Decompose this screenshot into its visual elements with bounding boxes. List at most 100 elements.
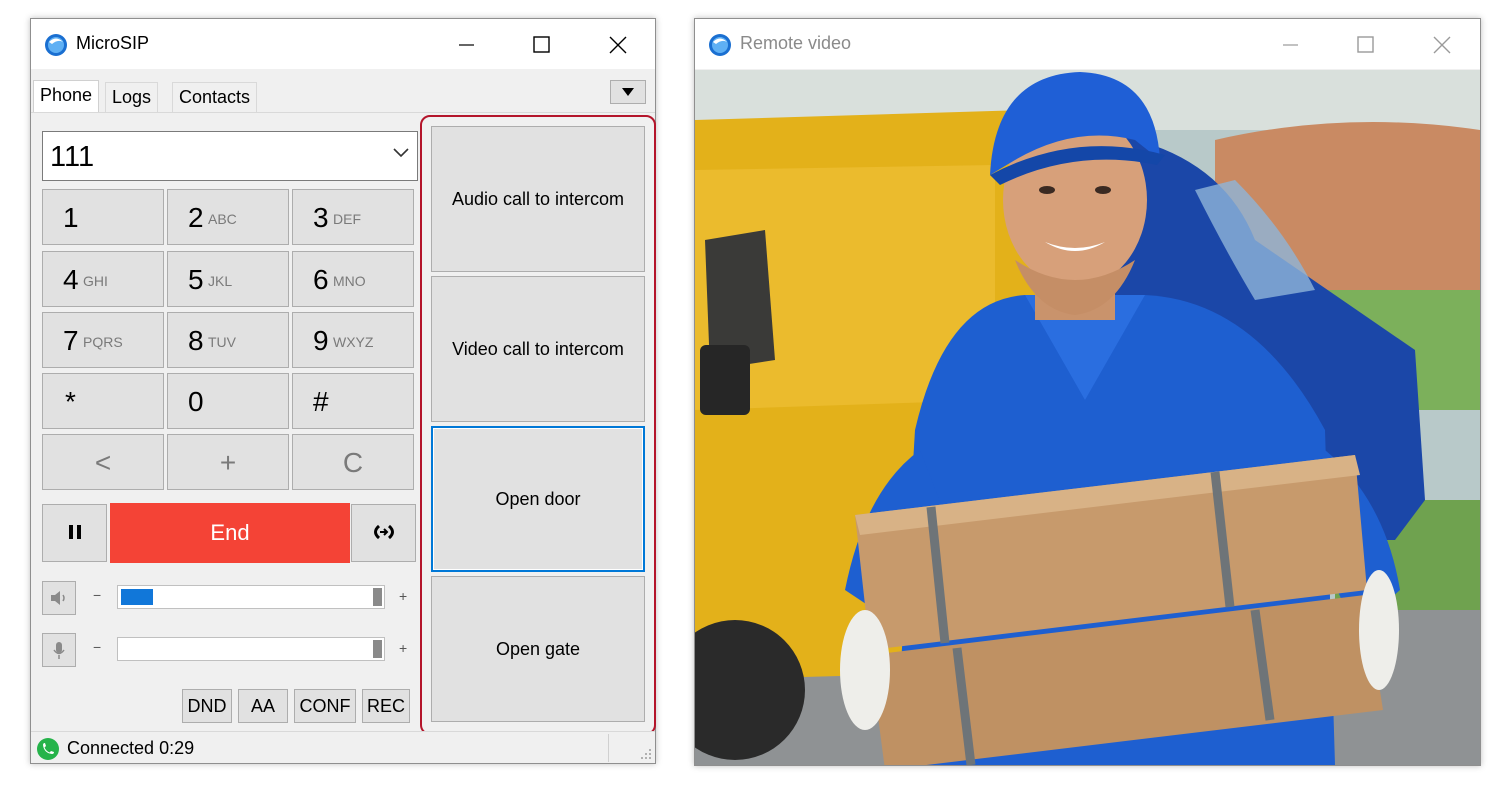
pause-icon (68, 525, 81, 539)
key-hash[interactable]: # (292, 373, 414, 429)
key-digit: 0 (188, 386, 204, 417)
open-gate-button[interactable]: Open gate (431, 576, 645, 722)
mic-mute-button[interactable] (42, 633, 76, 667)
number-value: 111 (50, 141, 95, 173)
key-digit: # (313, 386, 329, 417)
minimize-icon (459, 44, 474, 46)
end-call-button[interactable]: End (110, 503, 350, 563)
record-button[interactable]: REC (362, 689, 410, 723)
microsip-logo-icon (45, 34, 67, 56)
maximize-button[interactable] (1353, 33, 1377, 57)
tab-divider (31, 112, 655, 113)
microsip-logo-icon (709, 34, 731, 56)
mic-volume-thumb[interactable] (373, 640, 382, 658)
chevron-down-icon[interactable] (393, 148, 409, 158)
speaker-mute-button[interactable] (42, 581, 76, 615)
video-call-intercom-button[interactable]: Video call to intercom (431, 276, 645, 422)
minimize-button[interactable] (1278, 33, 1302, 57)
status-bar: Connected 0:29 (31, 731, 655, 763)
key-8[interactable]: 8 TUV (167, 312, 289, 368)
triangle-down-icon (622, 88, 634, 96)
open-door-button[interactable]: Open door (431, 426, 645, 572)
key-letters: ABC (208, 211, 237, 227)
mic-volume-slider[interactable] (117, 637, 385, 661)
key-digit: * (65, 386, 76, 417)
transfer-button[interactable] (351, 504, 416, 562)
key-letters: MNO (333, 273, 366, 289)
close-icon (609, 36, 627, 54)
key-4[interactable]: 4 GHI (42, 251, 164, 307)
key-2[interactable]: 2 ABC (167, 189, 289, 245)
plus-label: + (219, 447, 237, 478)
key-digit: 3 (313, 202, 329, 233)
key-letters: DEF (333, 211, 361, 227)
remote-video-window: Remote video (694, 18, 1481, 766)
auto-answer-button[interactable]: AA (238, 689, 288, 723)
window-title: MicroSIP (76, 33, 150, 53)
maximize-icon (1357, 36, 1374, 53)
key-digit: 5 (188, 264, 204, 295)
hold-button[interactable] (42, 504, 107, 562)
key-letters: WXYZ (333, 334, 374, 350)
key-5[interactable]: 5 JKL (167, 251, 289, 307)
plus-button[interactable]: + (167, 434, 289, 490)
key-star[interactable]: * (42, 373, 164, 429)
key-7[interactable]: 7 PQRS (42, 312, 164, 368)
intercom-panel: Audio call to intercom Video call to int… (420, 115, 656, 735)
key-0[interactable]: 0 (167, 373, 289, 429)
tab-contacts[interactable]: Contacts (172, 82, 258, 112)
maximize-button[interactable] (529, 33, 553, 57)
key-digit: 6 (313, 264, 329, 295)
window-title: Remote video (740, 33, 852, 53)
key-letters: PQRS (83, 334, 123, 350)
number-input[interactable]: 111 (42, 131, 418, 181)
speaker-minus: − (93, 587, 102, 603)
status-text: Connected 0:29 (67, 738, 195, 758)
minimize-icon (1283, 44, 1298, 46)
speaker-volume-thumb[interactable] (373, 588, 382, 606)
status-separator (608, 734, 609, 762)
transfer-icon (373, 524, 394, 540)
key-letters: TUV (208, 334, 236, 350)
key-digit: 7 (63, 325, 79, 356)
key-6[interactable]: 6 MNO (292, 251, 414, 307)
microphone-icon (53, 642, 65, 659)
audio-call-intercom-button[interactable]: Audio call to intercom (431, 126, 645, 272)
title-bar[interactable]: MicroSIP (31, 19, 655, 69)
speaker-plus: + (399, 588, 408, 604)
key-9[interactable]: 9 WXYZ (292, 312, 414, 368)
maximize-icon (533, 36, 550, 53)
backspace-button[interactable]: < (42, 434, 164, 490)
key-3[interactable]: 3 DEF (292, 189, 414, 245)
dnd-button[interactable]: DND (182, 689, 232, 723)
key-digit: 2 (188, 202, 204, 233)
microsip-window: MicroSIP Phone Logs Contacts 111 1 2 ABC… (30, 18, 656, 764)
speaker-volume-fill (121, 589, 153, 605)
minimize-button[interactable] (454, 33, 478, 57)
remote-video-feed (695, 70, 1480, 765)
key-1[interactable]: 1 (42, 189, 164, 245)
close-icon (1433, 36, 1451, 54)
speaker-icon (51, 591, 65, 605)
clear-label: C (342, 447, 364, 478)
clear-button[interactable]: C (292, 434, 414, 490)
resize-grip-icon[interactable] (640, 748, 652, 760)
connected-status-icon (37, 738, 59, 760)
key-letters: JKL (208, 273, 233, 289)
speaker-volume-slider[interactable] (117, 585, 385, 609)
tab-phone[interactable]: Phone (33, 80, 100, 112)
conference-button[interactable]: CONF (294, 689, 356, 723)
key-letters: GHI (83, 273, 108, 289)
backspace-label: < (94, 447, 112, 478)
close-button[interactable] (1430, 33, 1454, 57)
tab-logs[interactable]: Logs (105, 82, 159, 112)
key-digit: 8 (188, 325, 204, 356)
mic-minus: − (93, 639, 102, 655)
main-menu-button[interactable] (610, 80, 646, 104)
courier-video-frame (695, 70, 1480, 765)
key-digit: 9 (313, 325, 329, 356)
title-bar[interactable]: Remote video (695, 19, 1480, 69)
key-digit: 4 (63, 264, 79, 295)
close-button[interactable] (606, 33, 630, 57)
mic-plus: + (399, 640, 408, 656)
